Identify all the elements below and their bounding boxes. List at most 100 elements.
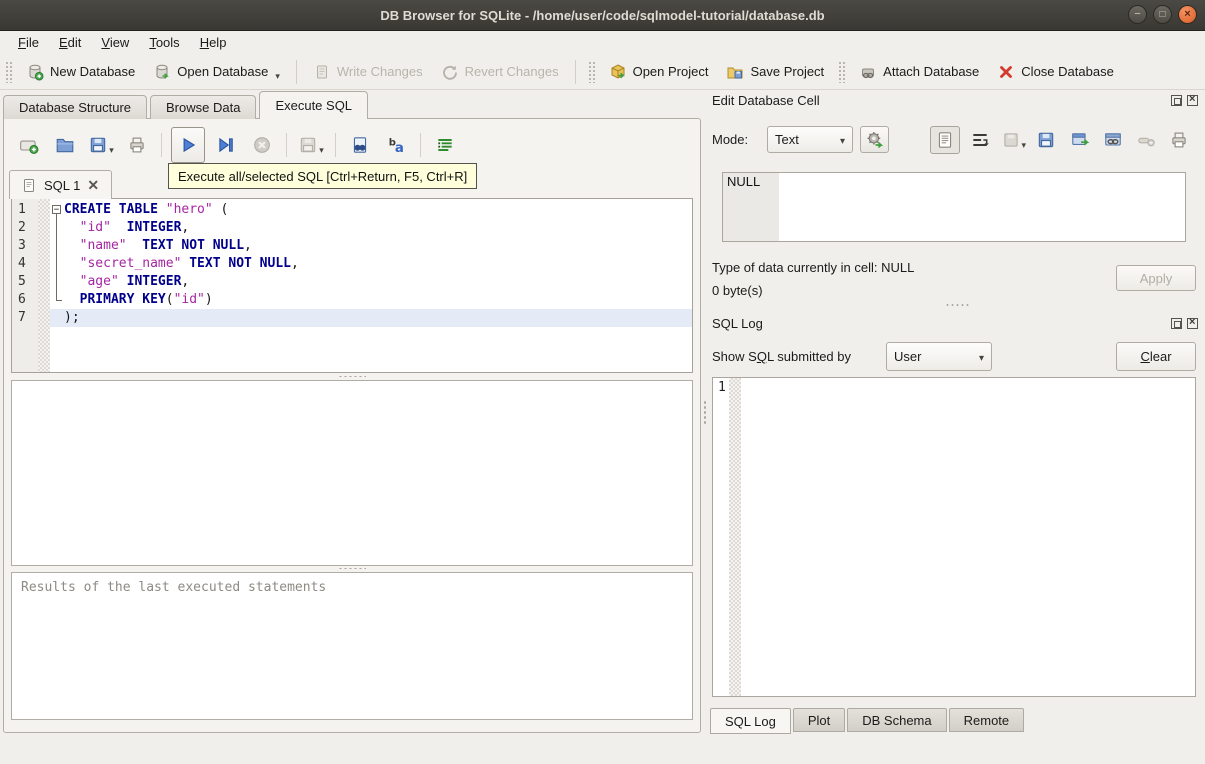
results-splitter[interactable]	[11, 566, 693, 571]
code-line[interactable]: 2 "id" INTEGER,	[12, 219, 692, 237]
revert-changes-button[interactable]: Revert Changes	[432, 59, 568, 85]
write-changes-button[interactable]: Write Changes	[304, 59, 432, 85]
cell-size-info: 0 byte(s)	[712, 283, 763, 298]
cell-type-info: Type of data currently in cell: NULL	[712, 260, 915, 275]
menu-file[interactable]: File	[8, 33, 49, 52]
code-line[interactable]: 3 "name" TEXT NOT NULL,	[12, 237, 692, 255]
execute-all-button[interactable]	[171, 127, 205, 163]
log-filter-value: User	[894, 349, 922, 364]
import-cell-button[interactable]	[1000, 126, 1026, 154]
mode-combobox[interactable]: Text	[767, 126, 853, 153]
open-external-button[interactable]	[1067, 126, 1093, 154]
clear-log-button[interactable]: Clear	[1116, 342, 1196, 371]
toolbar-separator	[295, 59, 297, 84]
tab-db-schema[interactable]: DB Schema	[847, 708, 947, 732]
dock-tab-bar: SQL Log Plot DB Schema Remote	[710, 708, 1026, 735]
status-bar: UTF-8	[0, 735, 1205, 764]
open-project-button[interactable]: Open Project	[600, 59, 718, 85]
set-null-button[interactable]	[1133, 126, 1159, 154]
tab-remote[interactable]: Remote	[948, 708, 1025, 732]
copy-link-button[interactable]	[1100, 126, 1126, 154]
save-project-button[interactable]: Save Project	[717, 59, 833, 85]
new-tab-icon	[20, 140, 39, 154]
stop-execution-button[interactable]	[247, 129, 277, 161]
menu-tools[interactable]: Tools	[139, 33, 189, 52]
menu-help[interactable]: Help	[190, 33, 237, 52]
window-controls	[1128, 5, 1197, 24]
query-output-panel[interactable]	[11, 380, 693, 566]
open-database-icon	[156, 64, 170, 79]
fold-marker	[50, 255, 64, 273]
toolbar-grip[interactable]	[838, 60, 846, 83]
import-data-button[interactable]	[860, 126, 889, 153]
svg-text:a: a	[395, 141, 404, 155]
close-tab-icon[interactable]	[87, 177, 99, 194]
tab-database-structure[interactable]: Database Structure	[3, 95, 148, 119]
log-filter-combobox[interactable]: User	[886, 342, 992, 371]
vertical-splitter[interactable]	[703, 400, 707, 426]
gear-import-icon	[867, 131, 883, 148]
toolbar-separator	[161, 133, 162, 157]
play-icon	[183, 137, 196, 153]
window-title: DB Browser for SQLite - /home/user/code/…	[380, 7, 825, 23]
open-database-button[interactable]: Open Database	[144, 59, 289, 85]
attach-database-button[interactable]: Attach Database	[850, 59, 988, 85]
tab-plot[interactable]: Plot	[792, 708, 846, 732]
sql-code-editor[interactable]: 1CREATE TABLE "hero" (2 "id" INTEGER,3 "…	[11, 198, 693, 373]
code-line[interactable]: 1CREATE TABLE "hero" (	[12, 201, 692, 219]
cell-editor[interactable]: NULL	[722, 172, 1186, 242]
close-database-button[interactable]: Close Database	[988, 59, 1123, 85]
menu-edit[interactable]: Edit	[49, 33, 91, 52]
tab-sql-log[interactable]: SQL Log	[710, 708, 791, 734]
apply-button[interactable]: Apply	[1116, 265, 1196, 291]
print-cell-button[interactable]	[1166, 126, 1192, 154]
text-mode-button[interactable]	[930, 126, 960, 154]
line-number: 5	[18, 274, 26, 289]
export-cell-button[interactable]	[1033, 126, 1059, 154]
format-sql-button[interactable]	[430, 129, 460, 161]
title-bar[interactable]: DB Browser for SQLite - /home/user/code/…	[0, 0, 1205, 31]
editor-splitter[interactable]	[11, 374, 693, 379]
new-sql-tab-button[interactable]	[14, 129, 44, 161]
open-sql-file-button[interactable]	[50, 129, 80, 161]
maximize-button[interactable]	[1153, 5, 1172, 24]
tab-execute-sql[interactable]: Execute SQL	[259, 91, 369, 119]
toolbar-grip[interactable]	[587, 60, 595, 83]
float-dock-icon[interactable]	[1171, 318, 1182, 329]
word-wrap-button[interactable]	[967, 126, 993, 154]
open-file-icon	[56, 138, 74, 153]
link-icon	[1104, 133, 1121, 146]
print-sql-button[interactable]	[122, 129, 152, 161]
dock-splitter[interactable]	[945, 303, 971, 307]
minimize-button[interactable]	[1128, 5, 1147, 24]
save-results-button[interactable]	[296, 129, 326, 161]
find-icon	[353, 137, 367, 153]
import-disabled-icon	[1003, 133, 1018, 147]
tab-browse-data[interactable]: Browse Data	[150, 95, 257, 119]
sql-document-tab[interactable]: SQL 1	[9, 170, 113, 199]
sql-log-view[interactable]: 1	[712, 377, 1196, 697]
line-number: 3	[18, 238, 26, 253]
code-line[interactable]: 5 "age" INTEGER,	[12, 273, 692, 291]
word-wrap-icon	[973, 134, 990, 146]
execute-line-button[interactable]	[211, 129, 241, 161]
results-panel[interactable]: Results of the last executed statements	[11, 572, 693, 720]
menu-view[interactable]: View	[91, 33, 139, 52]
edit-cell-dock-buttons	[1171, 93, 1198, 106]
code-line[interactable]: 6 PRIMARY KEY("id")	[12, 291, 692, 309]
close-button[interactable]	[1178, 5, 1197, 24]
chevron-down-icon	[979, 349, 984, 364]
float-dock-icon[interactable]	[1171, 95, 1182, 106]
replace-button[interactable]: ba	[381, 129, 411, 161]
close-dock-icon[interactable]	[1187, 316, 1198, 329]
toolbar-separator	[286, 133, 287, 157]
line-number: 1	[18, 202, 26, 217]
save-sql-file-button[interactable]	[86, 129, 116, 161]
code-line[interactable]: 7);	[12, 309, 692, 327]
close-dock-icon[interactable]	[1187, 93, 1198, 106]
fold-marker[interactable]	[50, 201, 64, 219]
toolbar-grip[interactable]	[5, 60, 12, 83]
find-button[interactable]	[345, 129, 375, 161]
new-database-button[interactable]: New Database	[17, 59, 144, 85]
code-line[interactable]: 4 "secret_name" TEXT NOT NULL,	[12, 255, 692, 273]
